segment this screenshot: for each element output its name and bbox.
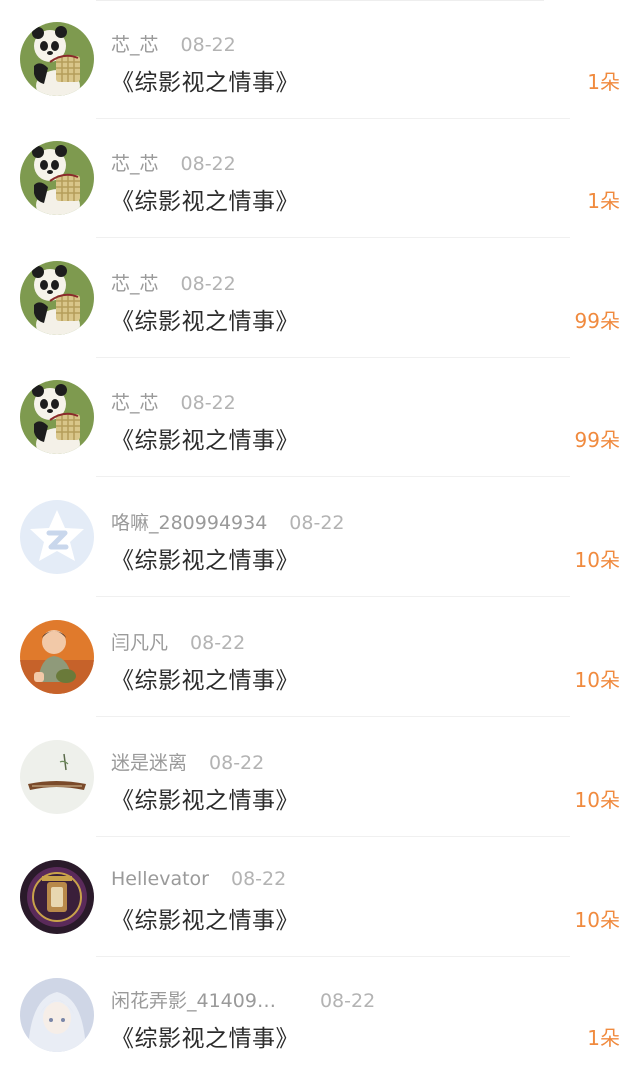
username[interactable]: 迷是迷离 xyxy=(111,752,187,774)
panda-avatar[interactable] xyxy=(20,22,94,96)
book-title[interactable]: 《综影视之情事》 xyxy=(111,63,299,97)
flower-amount: 99朵 xyxy=(574,309,620,333)
book-title[interactable]: 《综影视之情事》 xyxy=(111,661,299,695)
date: 08-22 xyxy=(209,752,265,774)
ornate-emblem-avatar[interactable] xyxy=(20,860,94,934)
anime-girl-avatar[interactable] xyxy=(20,978,94,1052)
flower-amount: 1朵 xyxy=(587,1026,620,1050)
username[interactable]: 芯_芯 xyxy=(111,34,159,56)
guzheng-avatar[interactable] xyxy=(20,740,94,814)
divider xyxy=(96,237,570,238)
list-item[interactable]: 迷是迷离 08-22 《综影视之情事》 10朵 xyxy=(0,718,640,837)
divider xyxy=(96,476,570,477)
username[interactable]: 芯_芯 xyxy=(111,273,159,295)
panda-avatar[interactable] xyxy=(20,380,94,454)
gift-meta: 闲花弄影_41409… 08-22 xyxy=(111,986,375,1013)
list-item[interactable]: 芯_芯 08-22 《综影视之情事》 1朵 xyxy=(0,119,640,238)
flower-amount: 1朵 xyxy=(587,70,620,94)
child-photo-avatar[interactable] xyxy=(20,620,94,694)
username[interactable]: 芯_芯 xyxy=(111,392,159,414)
username[interactable]: 咯嘛_280994934 xyxy=(111,512,267,534)
gift-meta: 咯嘛_280994934 08-22 xyxy=(111,508,345,535)
flower-amount: 10朵 xyxy=(574,548,620,572)
list-item[interactable]: 闫凡凡 08-22 《综影视之情事》 10朵 xyxy=(0,598,640,717)
gift-meta: 闫凡凡 08-22 xyxy=(111,628,245,655)
book-title[interactable]: 《综影视之情事》 xyxy=(111,1019,299,1053)
date: 08-22 xyxy=(231,868,287,890)
gift-meta: 芯_芯 08-22 xyxy=(111,149,236,176)
book-title[interactable]: 《综影视之情事》 xyxy=(111,182,299,216)
gift-meta: 芯_芯 08-22 xyxy=(111,388,236,415)
date: 08-22 xyxy=(180,392,236,414)
book-title[interactable]: 《综影视之情事》 xyxy=(111,781,299,815)
date: 08-22 xyxy=(319,990,376,1012)
panda-avatar[interactable] xyxy=(20,261,94,335)
list-item[interactable]: 芯_芯 08-22 《综影视之情事》 99朵 xyxy=(0,358,640,477)
book-title[interactable]: 《综影视之情事》 xyxy=(111,421,299,455)
username[interactable]: 闫凡凡 xyxy=(111,632,168,654)
date: 08-22 xyxy=(180,34,236,56)
date: 08-22 xyxy=(190,632,246,654)
book-title[interactable]: 《综影视之情事》 xyxy=(111,901,299,935)
username[interactable]: 芯_芯 xyxy=(111,153,159,175)
gift-meta: 芯_芯 08-22 xyxy=(111,30,236,57)
date: 08-22 xyxy=(289,512,345,534)
flower-amount: 99朵 xyxy=(574,428,620,452)
username[interactable]: 闲花弄影_41409… xyxy=(111,990,276,1012)
username[interactable]: Hellevator xyxy=(111,868,209,890)
gift-meta: Hellevator 08-22 xyxy=(111,868,286,890)
gift-record-list: 芯_芯 08-22 《综影视之情事》 1朵 芯_芯 08-22 《综影视之情事》… xyxy=(0,0,640,1070)
book-title[interactable]: 《综影视之情事》 xyxy=(111,302,299,336)
list-item[interactable]: 闲花弄影_41409… 08-22 《综影视之情事》 1朵 xyxy=(0,956,640,1070)
divider xyxy=(96,836,570,837)
flower-amount: 1朵 xyxy=(587,189,620,213)
qq-star-avatar[interactable] xyxy=(20,500,94,574)
divider xyxy=(96,596,570,597)
flower-amount: 10朵 xyxy=(574,908,620,932)
list-item[interactable]: 咯嘛_280994934 08-22 《综影视之情事》 10朵 xyxy=(0,478,640,597)
gift-meta: 迷是迷离 08-22 xyxy=(111,748,264,775)
list-item[interactable]: 芯_芯 08-22 《综影视之情事》 99朵 xyxy=(0,239,640,358)
divider xyxy=(96,716,570,717)
flower-amount: 10朵 xyxy=(574,788,620,812)
panda-avatar[interactable] xyxy=(20,141,94,215)
date: 08-22 xyxy=(180,153,236,175)
list-item[interactable]: Hellevator 08-22 《综影视之情事》 10朵 xyxy=(0,838,640,957)
gift-meta: 芯_芯 08-22 xyxy=(111,269,236,296)
list-item[interactable]: 芯_芯 08-22 《综影视之情事》 1朵 xyxy=(0,0,640,119)
date: 08-22 xyxy=(180,273,236,295)
book-title[interactable]: 《综影视之情事》 xyxy=(111,541,299,575)
flower-amount: 10朵 xyxy=(574,668,620,692)
